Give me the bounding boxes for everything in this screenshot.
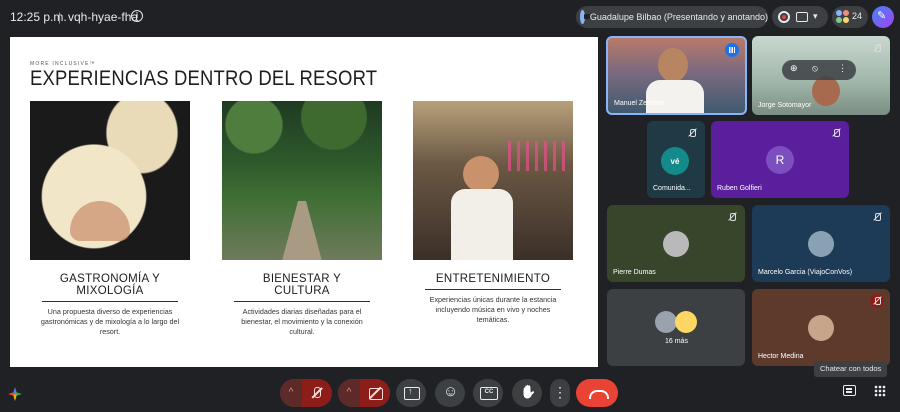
participant-name: Manuel Zenteno [614,100,665,107]
raise-hand-icon[interactable] [512,379,542,407]
participant-name: Comunida... [653,185,691,192]
camera-off-icon[interactable] [796,12,808,22]
participant-tile[interactable]: R Ruben Golfieri [711,121,849,198]
participant-avatar [663,231,689,257]
column-heading: BIENESTAR Y CULTURA [234,273,370,302]
participant-avatar: vé [661,147,689,175]
participant-video [658,48,688,82]
chevron-down-icon[interactable]: ▾ [813,11,818,22]
muted-mic-icon [870,41,884,55]
muted-mic-icon [829,126,843,140]
mic-off-icon[interactable] [302,379,332,407]
participant-tile[interactable]: ⊕ ⦸ ⋮ Jorge Sotomayor [752,36,890,115]
emoji-reaction-icon[interactable] [435,379,465,407]
slide-column-gastronomy: GASTRONOMÍA Y MIXOLOGÍA Una propuesta di… [30,101,190,337]
people-button[interactable]: 24 [832,6,868,28]
presenter-label: Guadalupe Bilbao (Presentando y anotando… [589,12,768,22]
muted-mic-icon [725,210,739,224]
participant-avatar [808,231,834,257]
camera-off-icon[interactable] [360,379,390,407]
camera-control[interactable]: ^ [338,379,390,407]
participant-tile[interactable]: Pierre Dumas [607,205,745,282]
slide-column-wellness: BIENESTAR Y CULTURA Actividades diarias … [222,101,382,337]
present-screen-icon[interactable] [396,379,426,407]
more-participants-label: 16 más [665,338,688,345]
participant-tile[interactable]: Hector Medina [752,289,890,366]
meeting-code: vqh-hyae-fha [68,10,139,24]
participant-name: Ruben Golfieri [717,185,762,192]
apps-grid-icon[interactable] [874,385,886,397]
bottom-control-bar: ^ ^ [0,374,900,412]
pin-icon[interactable]: ⊕ [790,63,798,74]
speaking-indicator-icon [725,43,739,57]
column-description: Una propuesta diverso de experiencias ga… [40,307,180,336]
participant-tile[interactable]: Manuel Zenteno [606,36,747,115]
participant-name: Marcelo Garcia (ViajoConVos) [758,269,853,276]
chat-icon[interactable] [843,385,856,396]
jungle-path-photo [222,101,382,260]
participant-avatar [808,315,834,341]
host-controls-pill[interactable]: ▾ [772,6,828,28]
gemini-sparkle-icon[interactable] [8,387,22,401]
participant-avatar [655,311,677,333]
recording-icon[interactable] [778,11,790,23]
camera-options-caret[interactable]: ^ [338,379,360,407]
header-separator: | [58,10,62,24]
participant-avatar: R [766,146,794,174]
participant-count: 24 [852,11,863,21]
participant-avatar [675,311,697,333]
gemini-notes-button[interactable] [872,6,894,28]
info-icon[interactable]: i [131,10,143,22]
slide-column-entertainment: ENTRETENIMIENTO Experiencias únicas dura… [413,101,573,325]
participant-tile[interactable]: Marcelo Garcia (ViajoConVos) [752,205,890,282]
muted-mic-icon [685,126,699,140]
muted-mic-icon [870,294,884,308]
participant-tile[interactable]: vé Comunida... [647,121,705,198]
more-options-icon[interactable] [550,379,570,407]
column-description: Actividades diarias diseñadas para el bi… [241,307,363,336]
more-options-icon[interactable]: ⋮ [838,63,847,74]
muted-mic-icon [870,210,884,224]
mic-options-caret[interactable]: ^ [280,379,302,407]
column-heading: GASTRONOMÍA Y MIXOLOGÍA [42,273,178,302]
presentation-slide: MORE INCLUSIVE™ EXPERIENCIAS DENTRO DEL … [10,37,598,367]
more-participants-tile[interactable]: 16 más [607,289,745,366]
tile-hover-controls[interactable]: ⊕ ⦸ ⋮ [782,60,856,80]
slide-title: EXPERIENCIAS DENTRO DEL RESORT [30,67,378,90]
bar-lights [508,141,568,171]
participant-video [812,76,840,106]
column-heading: ENTRETENIMIENTO [425,273,561,290]
people-icon [836,10,850,24]
column-description: Experiencias únicas durante la estancia … [429,295,557,324]
leave-call-icon[interactable] [576,379,618,407]
food-photo [30,101,190,260]
presenter-indicator[interactable]: Guadalupe Bilbao (Presentando y anotando… [576,6,768,28]
bartender-photo [413,101,573,260]
participant-video-body [646,80,704,113]
participant-name: Hector Medina [758,353,804,360]
mute-icon[interactable]: ⦸ [812,63,818,74]
captions-icon[interactable] [473,379,503,407]
presenting-icon [580,10,590,24]
participant-name: Pierre Dumas [613,269,656,276]
microphone-control[interactable]: ^ [280,379,332,407]
participant-name: Jorge Sotomayor [758,102,812,109]
top-bar: 12:25 p.m. | vqh-hyae-fha i Guadalupe Bi… [0,0,900,34]
